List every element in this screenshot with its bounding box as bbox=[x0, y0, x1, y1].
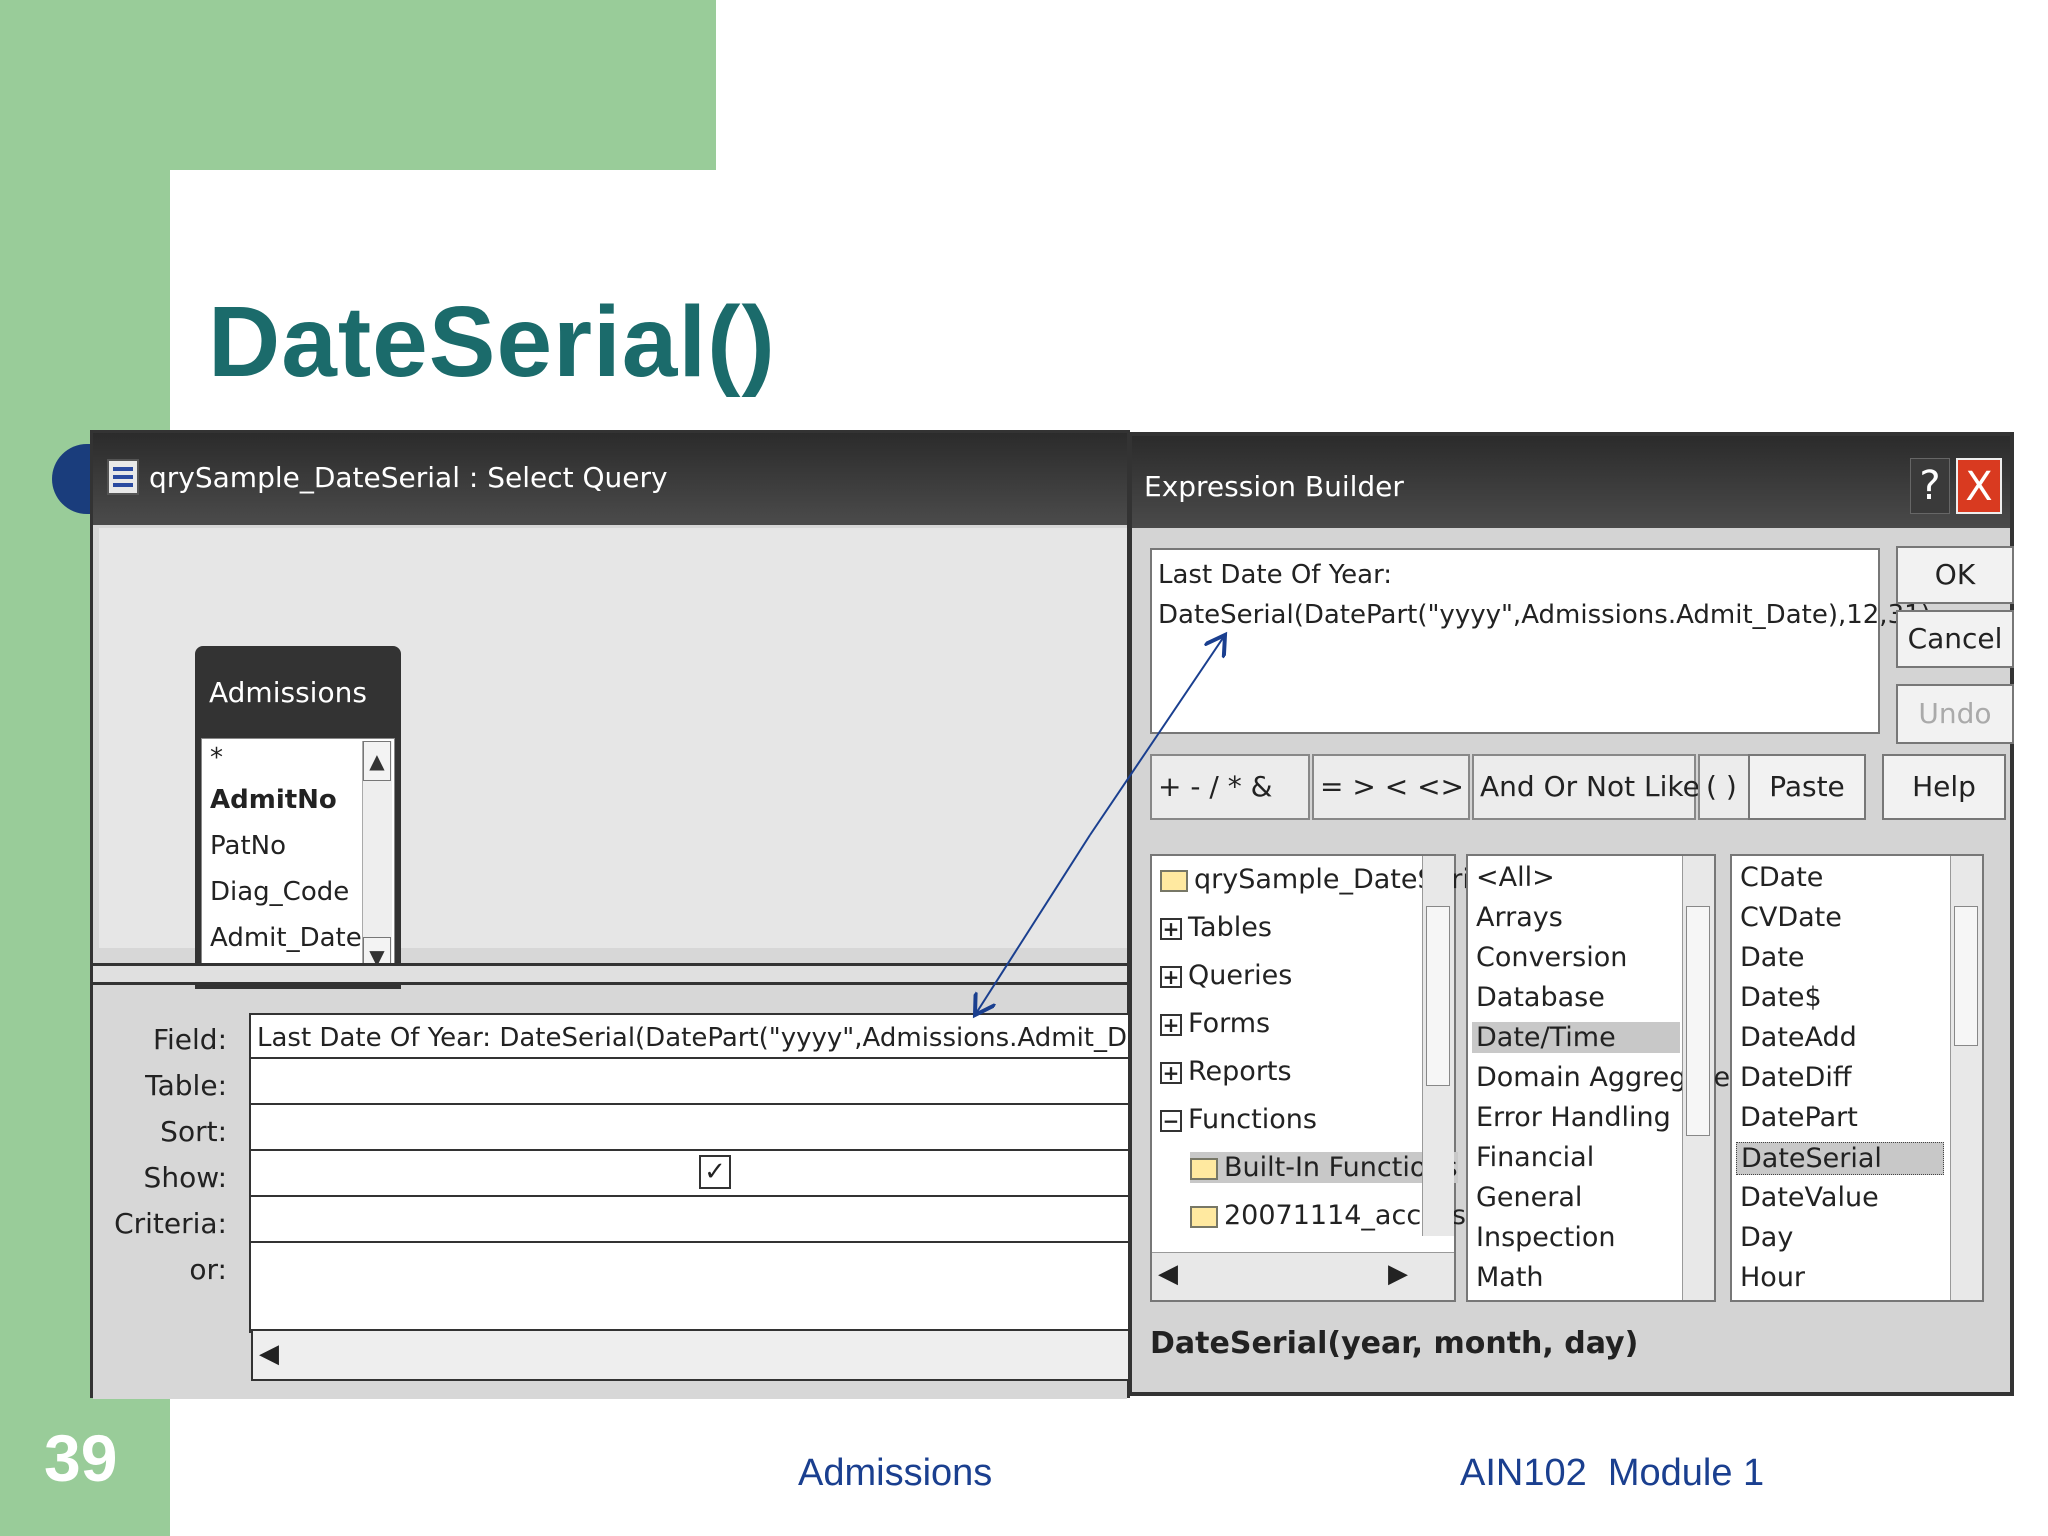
annotation-arrow bbox=[0, 0, 2048, 1536]
slide: DateSerial() qrySample_DateSerial : Sele… bbox=[0, 0, 2048, 1536]
footer-right: AIN102 Module 1 bbox=[1460, 1452, 1765, 1494]
arrow-to-field bbox=[975, 834, 1091, 1015]
page-number: 39 bbox=[44, 1421, 118, 1495]
footer-center: Admissions bbox=[798, 1452, 993, 1494]
arrow-to-expression bbox=[1089, 635, 1225, 836]
